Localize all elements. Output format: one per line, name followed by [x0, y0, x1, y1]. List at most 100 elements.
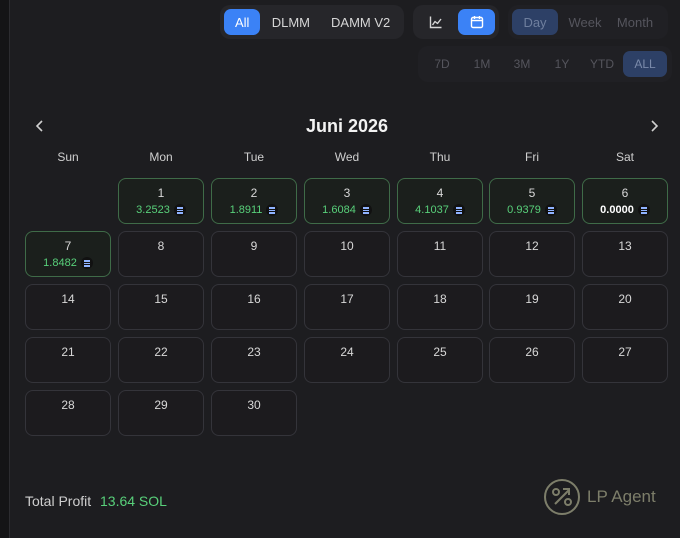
day-number: 8 — [157, 239, 165, 253]
day-number: 27 — [618, 345, 632, 359]
calendar-day-cell[interactable]: 21 — [25, 337, 111, 383]
day-number: 22 — [154, 345, 168, 359]
period-filter-day[interactable]: Day — [512, 9, 558, 35]
calendar-day-cell[interactable]: 13 — [582, 231, 668, 277]
day-profit: 0.9379 — [490, 204, 574, 216]
calendar-day-cell[interactable]: 28 — [25, 390, 111, 436]
solana-icon — [173, 204, 186, 216]
calendar-day-cell[interactable]: 15 — [118, 284, 204, 330]
day-number: 7 — [64, 239, 72, 253]
calendar-day-cell[interactable]: 12 — [489, 231, 575, 277]
day-number: 16 — [247, 292, 261, 306]
day-profit-amount: 1.8482 — [43, 257, 77, 269]
day-profit-amount: 0.0000 — [600, 204, 634, 216]
line-chart-icon[interactable] — [417, 9, 454, 35]
day-profit: 4.1037 — [398, 204, 482, 216]
day-number: 28 — [61, 398, 75, 412]
calendar-day-cell[interactable]: 10 — [304, 231, 390, 277]
solana-icon — [637, 204, 650, 216]
calendar-day-cell[interactable]: 17 — [304, 284, 390, 330]
calendar-day-cell[interactable]: 4 4.1037 — [397, 178, 483, 224]
calendar-day-cell[interactable]: 24 — [304, 337, 390, 383]
range-filter-3m[interactable]: 3M — [503, 51, 541, 77]
calendar-day-cell[interactable]: 25 — [397, 337, 483, 383]
day-number: 24 — [340, 345, 354, 359]
period-filter-month[interactable]: Month — [612, 9, 658, 35]
scrollbar-track — [0, 0, 10, 538]
view-toggle — [413, 5, 499, 39]
day-number: 3 — [343, 186, 351, 200]
weekday-label: Sat — [615, 150, 634, 164]
day-number: 19 — [525, 292, 539, 306]
calendar-day-cell[interactable]: 1 3.2523 — [118, 178, 204, 224]
weekday-label: Fri — [525, 150, 539, 164]
calendar-day-cell[interactable]: 23 — [211, 337, 297, 383]
day-profit: 1.8482 — [26, 257, 110, 269]
day-profit-amount: 0.9379 — [507, 204, 541, 216]
range-filter-7d[interactable]: 7D — [423, 51, 461, 77]
range-filter: 7D 1M 3M 1Y YTD ALL — [418, 46, 672, 82]
calendar-day-cell[interactable]: 11 — [397, 231, 483, 277]
calendar-day-cell[interactable]: 9 — [211, 231, 297, 277]
solana-icon — [80, 257, 93, 269]
day-number: 25 — [433, 345, 447, 359]
calendar-icon[interactable] — [458, 9, 495, 35]
range-filter-1m[interactable]: 1M — [463, 51, 501, 77]
total-profit-label: Total Profit — [25, 493, 92, 509]
day-number: 2 — [250, 186, 258, 200]
day-number: 13 — [618, 239, 632, 253]
calendar-day-cell[interactable]: 18 — [397, 284, 483, 330]
day-profit-amount: 4.1037 — [415, 204, 449, 216]
day-number: 10 — [340, 239, 354, 253]
calendar-day-cell[interactable]: 5 0.9379 — [489, 178, 575, 224]
day-number: 18 — [433, 292, 447, 306]
day-number: 4 — [436, 186, 444, 200]
day-number: 5 — [528, 186, 536, 200]
pool-filter: All DLMM DAMM V2 — [220, 5, 404, 39]
calendar-day-cell[interactable]: 19 — [489, 284, 575, 330]
brand-logo: LP Agent — [543, 478, 656, 516]
range-filter-ytd[interactable]: YTD — [583, 51, 621, 77]
day-profit: 3.2523 — [119, 204, 203, 216]
calendar-day-cell[interactable]: 29 — [118, 390, 204, 436]
day-number: 20 — [618, 292, 632, 306]
calendar-day-cell[interactable]: 2 1.8911 — [211, 178, 297, 224]
solana-icon — [452, 204, 465, 216]
total-profit-value: 13.64 SOL — [100, 493, 167, 509]
day-number: 11 — [433, 239, 447, 253]
calendar-day-cell[interactable]: 20 — [582, 284, 668, 330]
day-number: 9 — [250, 239, 258, 253]
next-month-button[interactable] — [644, 116, 664, 136]
calendar-day-cell[interactable]: 7 1.8482 — [25, 231, 111, 277]
day-number: 21 — [61, 345, 75, 359]
calendar-day-cell[interactable]: 27 — [582, 337, 668, 383]
pool-filter-dlmm[interactable]: DLMM — [262, 9, 319, 35]
range-filter-all[interactable]: ALL — [623, 51, 667, 77]
calendar-day-cell[interactable]: 16 — [211, 284, 297, 330]
calendar-day-cell[interactable]: 6 0.0000 — [582, 178, 668, 224]
day-number: 30 — [247, 398, 261, 412]
day-profit: 0.0000 — [583, 204, 667, 216]
period-filter-week[interactable]: Week — [562, 9, 608, 35]
calendar-day-cell[interactable]: 26 — [489, 337, 575, 383]
day-profit-amount: 1.6084 — [322, 204, 356, 216]
day-number: 6 — [621, 186, 629, 200]
day-profit: 1.8911 — [212, 204, 296, 216]
calendar-day-cell[interactable]: 8 — [118, 231, 204, 277]
pool-filter-damm-v2[interactable]: DAMM V2 — [321, 9, 400, 35]
calendar-day-cell[interactable]: 3 1.6084 — [304, 178, 390, 224]
calendar-day-cell[interactable]: 22 — [118, 337, 204, 383]
pool-filter-all[interactable]: All — [224, 9, 261, 35]
weekday-label: Wed — [334, 150, 360, 164]
percent-badge-icon — [544, 479, 580, 515]
day-profit: 1.6084 — [305, 204, 389, 216]
day-number: 17 — [340, 292, 354, 306]
solana-icon — [266, 204, 279, 216]
weekday-label: Sun — [57, 150, 79, 164]
calendar-day-cell[interactable]: 30 — [211, 390, 297, 436]
calendar-day-cell[interactable]: 14 — [25, 284, 111, 330]
weekday-label: Tue — [243, 150, 265, 164]
weekday-label: Thu — [429, 150, 451, 164]
calendar-title: Juni 2026 — [305, 116, 389, 136]
range-filter-1y[interactable]: 1Y — [543, 51, 581, 77]
